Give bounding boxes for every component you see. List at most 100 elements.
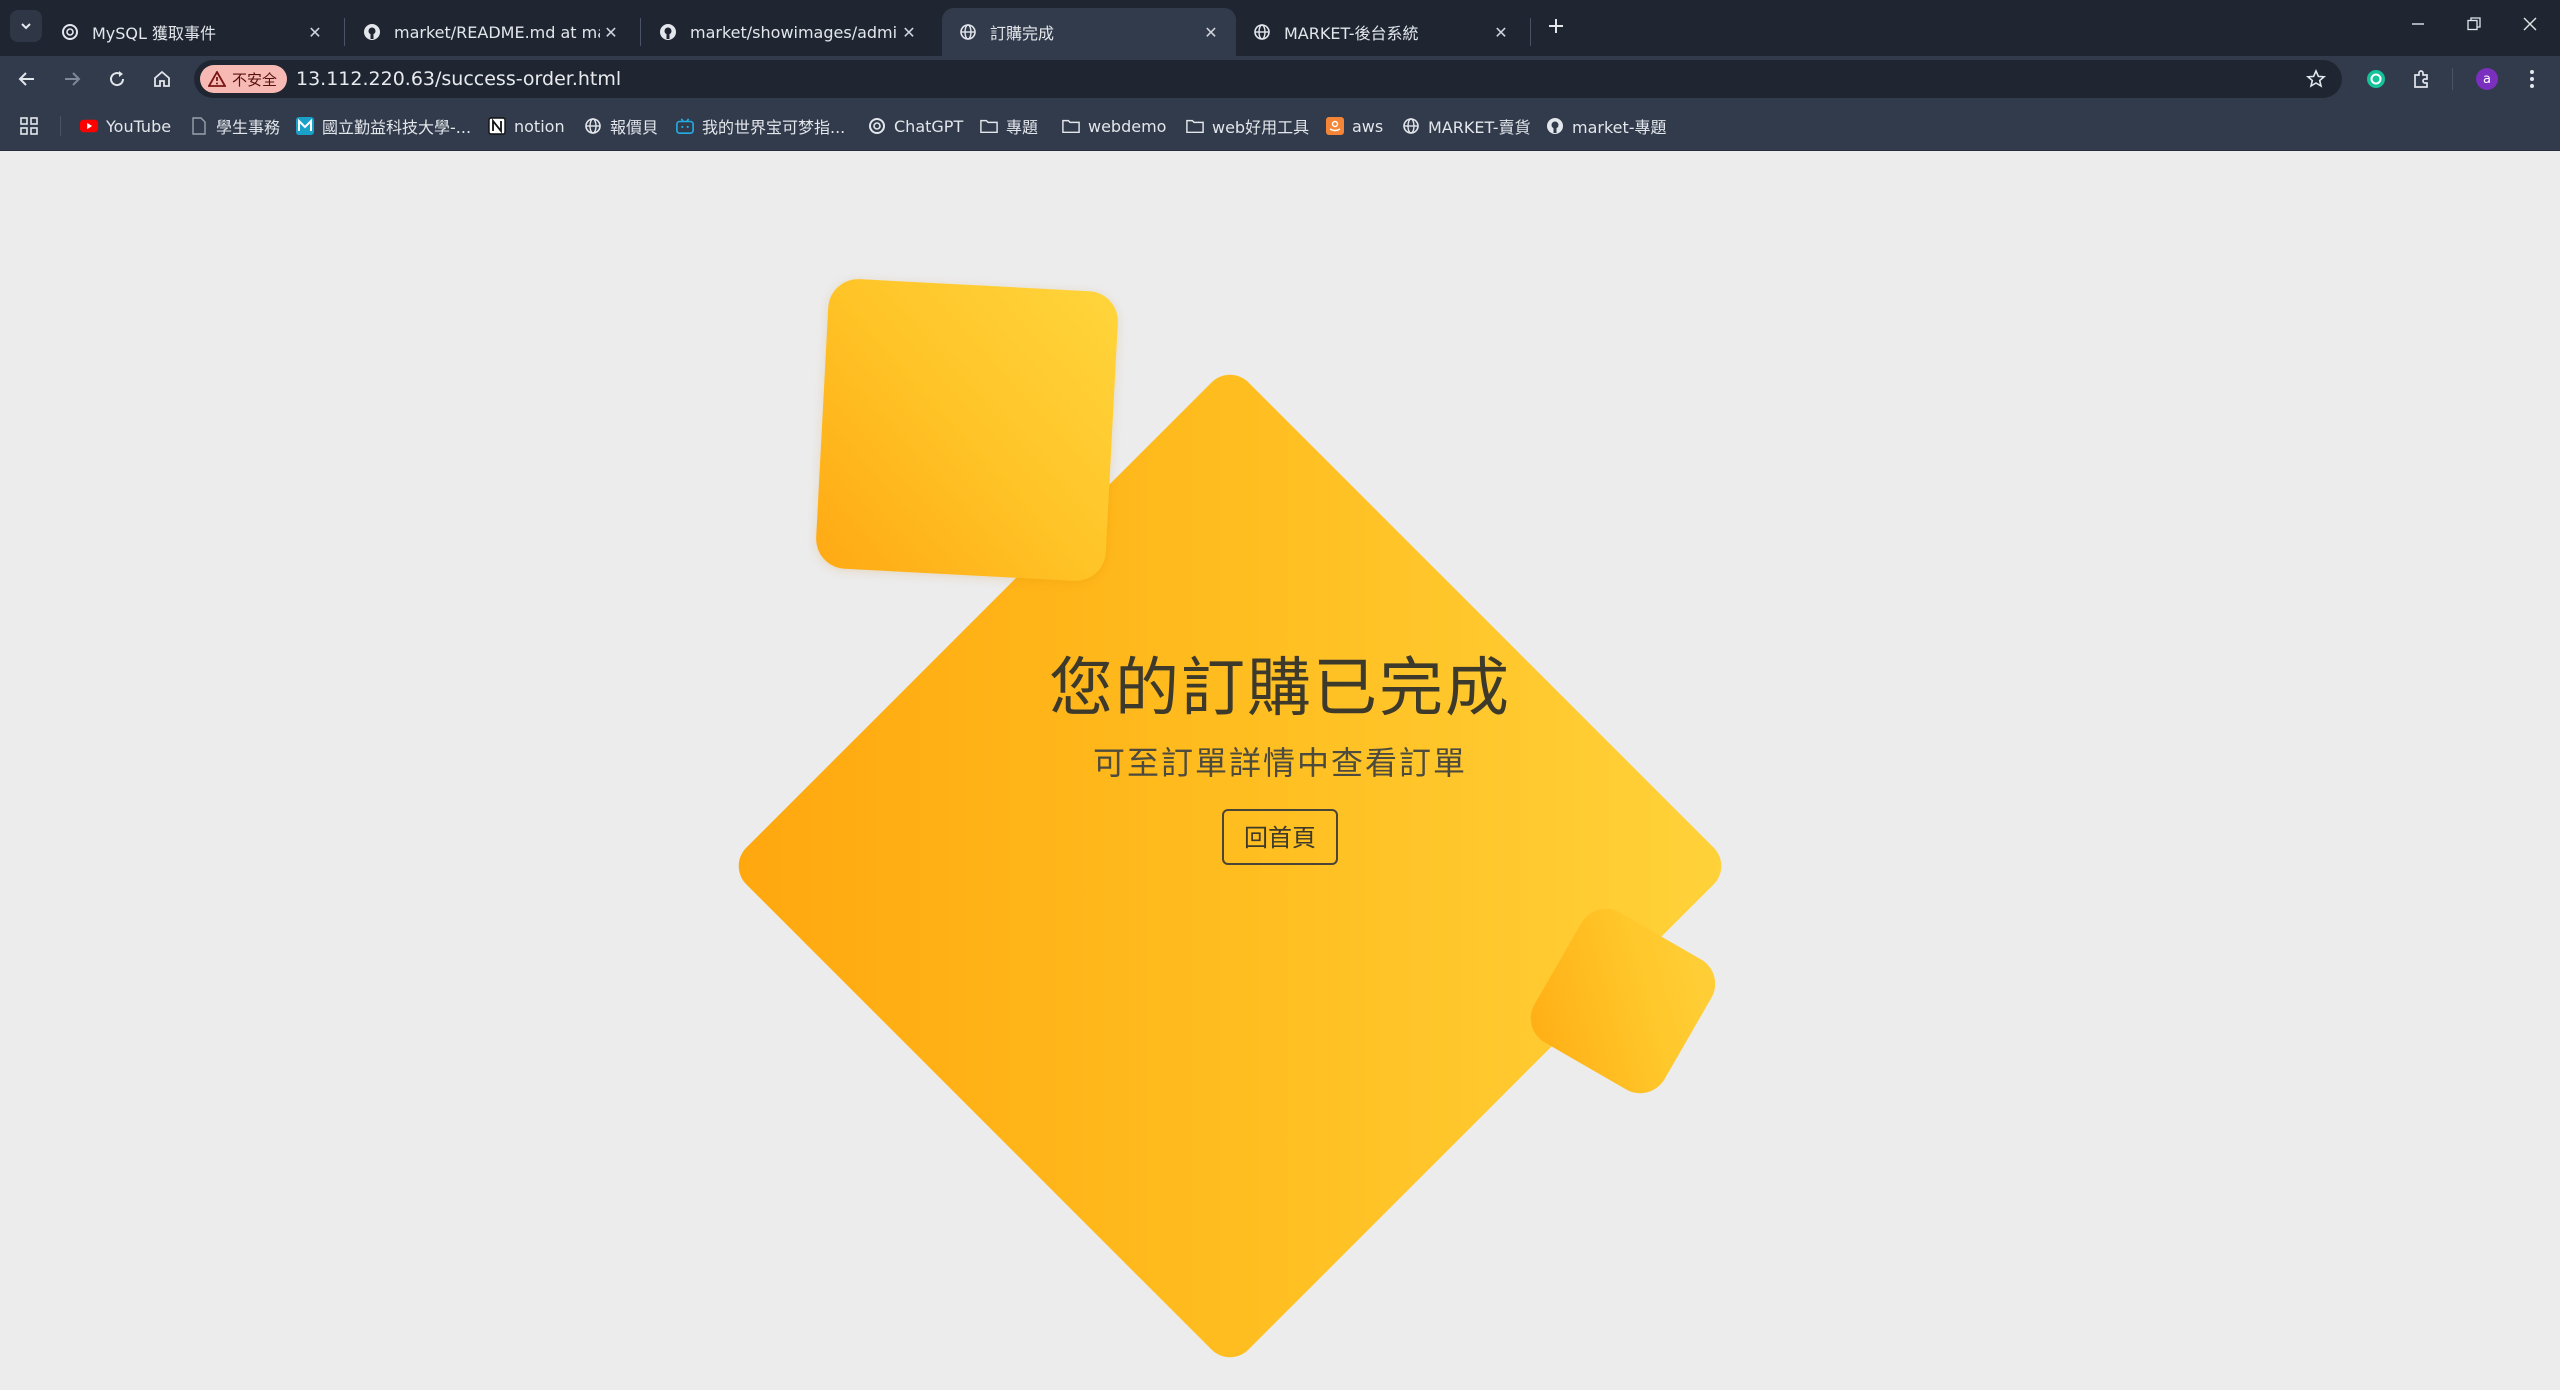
new-tab-button[interactable] [1540, 10, 1572, 42]
home-icon [154, 70, 170, 87]
page-icon [190, 117, 208, 135]
tab-divider [344, 18, 345, 46]
github-icon [362, 22, 382, 42]
close-tab-icon[interactable]: ✕ [898, 21, 920, 43]
tab-title: MARKET-後台系統 [1284, 24, 1419, 43]
globe-icon [1402, 117, 1420, 135]
bookmark-aws[interactable]: aws [1326, 112, 1383, 140]
globe-icon [584, 117, 602, 135]
restore-button[interactable] [2446, 0, 2502, 48]
close-window-button[interactable] [2502, 0, 2558, 48]
close-tab-icon[interactable]: ✕ [304, 21, 326, 43]
folder-icon [1186, 117, 1204, 135]
tab-title: MySQL 獲取事件 [92, 24, 217, 43]
bookmark-label: YouTube [106, 116, 172, 136]
folder-icon [1062, 117, 1080, 135]
close-icon [2523, 17, 2537, 31]
bookmark-folder-webtools[interactable]: web好用工具 [1186, 112, 1309, 140]
extension-button[interactable] [2359, 62, 2393, 96]
tab-title: 訂購完成 [990, 24, 1055, 43]
chevron-down-icon [21, 23, 31, 30]
plus-icon [1549, 19, 1563, 33]
bookmark-pokemon[interactable]: 我的世界宝可梦指... [676, 112, 845, 140]
profile-button[interactable]: a [2470, 62, 2504, 96]
bookmark-label: 報價貝 [610, 118, 659, 137]
bookmark-market-sell[interactable]: MARKET-賣貨 [1402, 112, 1531, 140]
bookmark-folder-webdemo[interactable]: webdemo [1062, 112, 1166, 140]
home-button[interactable] [145, 62, 179, 96]
bookmark-folder-project[interactable]: 專題 [980, 112, 1038, 140]
extensions-menu-button[interactable] [2404, 62, 2438, 96]
github-icon [1546, 117, 1564, 135]
back-button[interactable] [10, 62, 44, 96]
kebab-menu-icon [2530, 70, 2534, 88]
m-logo-icon [296, 117, 314, 135]
bookmark-quote[interactable]: 報價貝 [584, 112, 658, 140]
arrow-right-icon [65, 72, 81, 86]
bookmark-chatgpt[interactable]: ChatGPT [868, 112, 963, 140]
aws-icon [1326, 117, 1344, 135]
bookmark-market-project[interactable]: market-專題 [1546, 112, 1667, 140]
tab-search-button[interactable] [10, 10, 42, 42]
bookmark-label: web好用工具 [1212, 118, 1310, 137]
bookmark-label: 專題 [1006, 118, 1039, 137]
minimize-button[interactable] [2390, 0, 2446, 48]
bookmark-notion[interactable]: notion [488, 112, 565, 140]
decorative-square-top [814, 277, 1120, 583]
tab-order-complete[interactable]: 訂購完成 ✕ [942, 8, 1236, 56]
bookmark-label: notion [514, 116, 565, 136]
bilibili-icon [676, 117, 694, 135]
page-subtitle: 可至訂單詳情中查看訂單 [1092, 744, 1467, 782]
tab-title: market/README.md at main [394, 22, 600, 42]
forward-button[interactable] [55, 62, 89, 96]
tab-market-admin[interactable]: MARKET-後台系統 ✕ [1236, 8, 1526, 56]
toolbar-divider [2452, 68, 2453, 90]
reload-icon [110, 71, 125, 87]
security-chip[interactable]: 不安全 [200, 65, 288, 93]
youtube-icon [80, 117, 98, 135]
puzzle-icon [2414, 70, 2428, 88]
bookmark-student-affairs[interactable]: 學生事務 [190, 112, 280, 140]
close-tab-icon[interactable]: ✕ [1200, 21, 1222, 43]
success-message: 您的訂購已完成 可至訂單詳情中查看訂單 回首頁 [0, 649, 2560, 865]
folder-icon [980, 117, 998, 135]
grammarly-icon [2367, 70, 2385, 88]
bookmark-label: 學生事務 [216, 118, 281, 137]
apps-button[interactable] [20, 112, 38, 140]
openai-icon [868, 117, 886, 135]
address-bar[interactable]: 不安全 13.112.220.63/success-order.html [194, 60, 2342, 98]
back-home-button[interactable]: 回首頁 [1222, 809, 1338, 865]
warning-icon [208, 71, 226, 87]
bookmark-ncut[interactable]: 國立勤益科技大學-... [296, 112, 471, 140]
star-icon [2306, 69, 2326, 88]
browser-menu-button[interactable] [2515, 62, 2549, 96]
browser-toolbar: 不安全 13.112.220.63/success-order.html a [0, 56, 2560, 102]
close-tab-icon[interactable]: ✕ [1490, 21, 1512, 43]
tab-showimages[interactable]: market/showimages/admin-l ✕ [642, 8, 934, 56]
tab-mysql[interactable]: MySQL 獲取事件 ✕ [44, 8, 340, 56]
close-tab-icon[interactable]: ✕ [600, 21, 622, 43]
url-text[interactable]: 13.112.220.63/success-order.html [296, 60, 621, 98]
page-title: 您的訂購已完成 [1049, 652, 1511, 726]
reload-button[interactable] [100, 62, 134, 96]
tab-divider [1530, 18, 1531, 46]
security-label: 不安全 [232, 70, 278, 89]
bookmark-label: aws [1352, 116, 1384, 136]
globe-icon [958, 22, 978, 42]
restore-icon [2467, 17, 2481, 31]
bookmark-youtube[interactable]: YouTube [80, 112, 171, 140]
bookmark-label: webdemo [1088, 116, 1167, 136]
openai-icon [60, 22, 80, 42]
bookmark-label: MARKET-賣貨 [1428, 118, 1531, 137]
bookmark-label: 國立勤益科技大學-... [322, 118, 472, 137]
globe-icon [1252, 22, 1272, 42]
minimize-icon [2412, 23, 2424, 25]
arrow-left-icon [18, 72, 34, 86]
avatar: a [2476, 68, 2498, 90]
bookmark-star-button[interactable] [2304, 67, 2328, 91]
bookmarks-bar: YouTube 學生事務 國立勤益科技大學-... notion 報價貝 我的世… [0, 102, 2560, 151]
tab-readme[interactable]: market/README.md at main ✕ [346, 8, 636, 56]
bookmarks-divider [60, 116, 61, 136]
tab-strip: MySQL 獲取事件 ✕ market/README.md at main ✕ … [0, 0, 2560, 56]
github-icon [658, 22, 678, 42]
